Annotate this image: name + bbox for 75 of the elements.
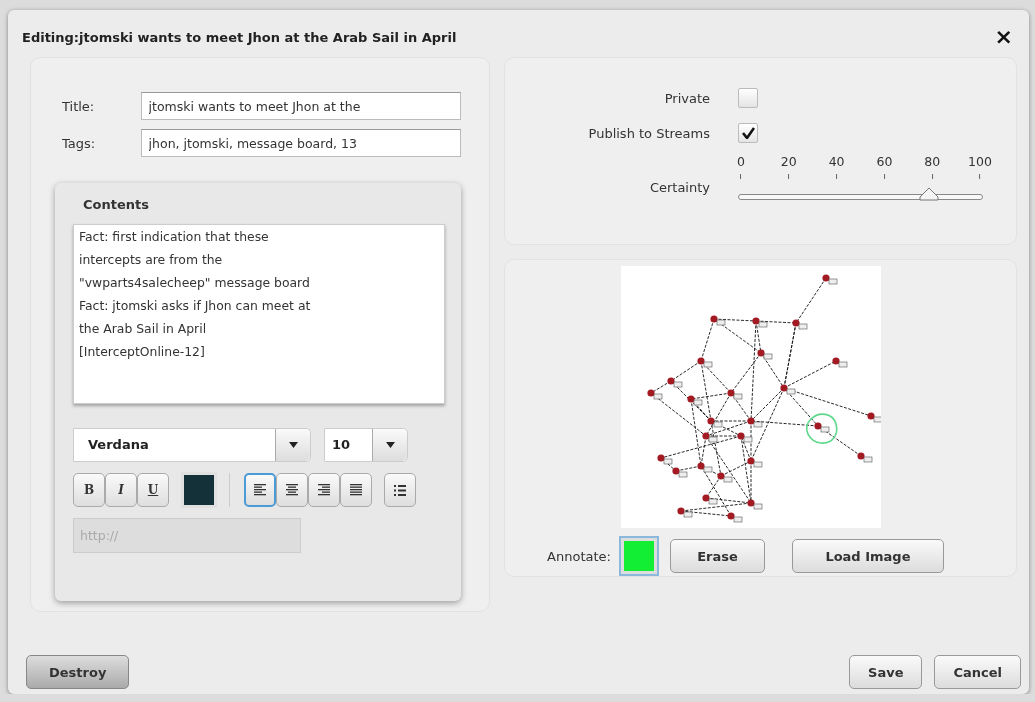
align-justify-button[interactable] [340, 473, 372, 507]
font-name: Verdana [87, 436, 150, 454]
slider-thumb[interactable] [918, 187, 939, 201]
graph-node [746, 457, 762, 468]
field-label: Tags: [61, 135, 97, 151]
font-size: 10 [331, 436, 352, 454]
graph-node [746, 417, 762, 428]
graph-node [736, 432, 752, 443]
graph-node [671, 467, 687, 478]
graph-node [751, 317, 767, 328]
checkbox[interactable] [738, 88, 758, 108]
erase-button[interactable]: Erase [669, 539, 765, 573]
graph-node [831, 357, 847, 368]
annotate-label: Annotate: [547, 548, 611, 564]
load-image-button[interactable]: Load Image [791, 539, 944, 573]
align-right-button[interactable] [308, 473, 340, 507]
checkbox[interactable] [738, 123, 758, 143]
graph-node [821, 274, 837, 285]
contents-editor[interactable]: Fact: first indication that these intercepts are from the "vwparts4salecheep" message board Fact: jtomski asks if Jhon can meet at the Arab Sail in April [InterceptOnline-12] [73, 224, 445, 404]
graph-node [701, 494, 717, 505]
size-select[interactable]: 10 [324, 428, 408, 462]
align-justify-icon [350, 484, 362, 496]
check-icon [741, 127, 755, 139]
graph-node [779, 384, 795, 395]
tick-label: 60 [876, 154, 893, 169]
graph-node [646, 389, 662, 400]
graph-node [726, 389, 742, 400]
contents-heading: Contents [83, 197, 150, 212]
align-left-icon [254, 484, 266, 496]
graph-node [696, 357, 712, 368]
graph-node [791, 319, 807, 330]
graph-node [686, 395, 702, 406]
slider-label: Certainty [648, 180, 710, 195]
underline-button[interactable]: U [137, 473, 169, 507]
align-center-icon [286, 484, 298, 496]
cancel-button[interactable]: Cancel [934, 655, 1021, 689]
annotation-circle [805, 413, 837, 444]
bullet-list-button[interactable] [384, 473, 416, 507]
bullet-list-icon [394, 484, 406, 496]
tick-label: 80 [924, 154, 941, 169]
graph-node [656, 454, 672, 465]
graph-node [866, 412, 881, 423]
graph-node [706, 417, 722, 428]
graph-node [666, 377, 682, 388]
dialog-title: Editing:jtomski wants to meet Jhon at the Arab Sail in April [22, 29, 457, 45]
tick-label: 20 [780, 154, 797, 169]
close-button[interactable]: × [990, 27, 1017, 47]
graph-node [813, 422, 829, 433]
tick-label: 40 [828, 154, 845, 169]
bold-button[interactable]: B [73, 473, 105, 507]
checkbox-label: Publish to Streams [587, 125, 710, 141]
graph-node [726, 512, 742, 523]
align-right-icon [318, 484, 330, 496]
text-field[interactable]: jhon, jtomski, message board, 13 [140, 129, 461, 157]
graph-node [676, 507, 692, 518]
destroy-button[interactable]: Destroy [26, 655, 130, 689]
italic-button[interactable]: I [105, 473, 137, 507]
graph-node [716, 472, 732, 483]
text-field[interactable]: jtomski wants to meet Jhon at the [140, 92, 461, 120]
align-left-button[interactable] [244, 473, 276, 507]
graph-node [701, 432, 717, 443]
checkbox-label: Private [663, 90, 710, 106]
graph-node [696, 462, 712, 473]
caret-icon [288, 442, 298, 448]
tick-label: 100 [968, 154, 992, 169]
tick-label: 0 [737, 154, 745, 169]
save-button[interactable]: Save [849, 655, 923, 689]
field-label: Title: [61, 98, 96, 114]
font-select[interactable]: Verdana [73, 428, 311, 462]
graph-node [756, 349, 772, 360]
caret-icon [385, 442, 395, 448]
graph-node [709, 315, 725, 326]
align-center-button[interactable] [276, 473, 308, 507]
graph-node [746, 499, 762, 510]
graph-node [856, 452, 872, 463]
